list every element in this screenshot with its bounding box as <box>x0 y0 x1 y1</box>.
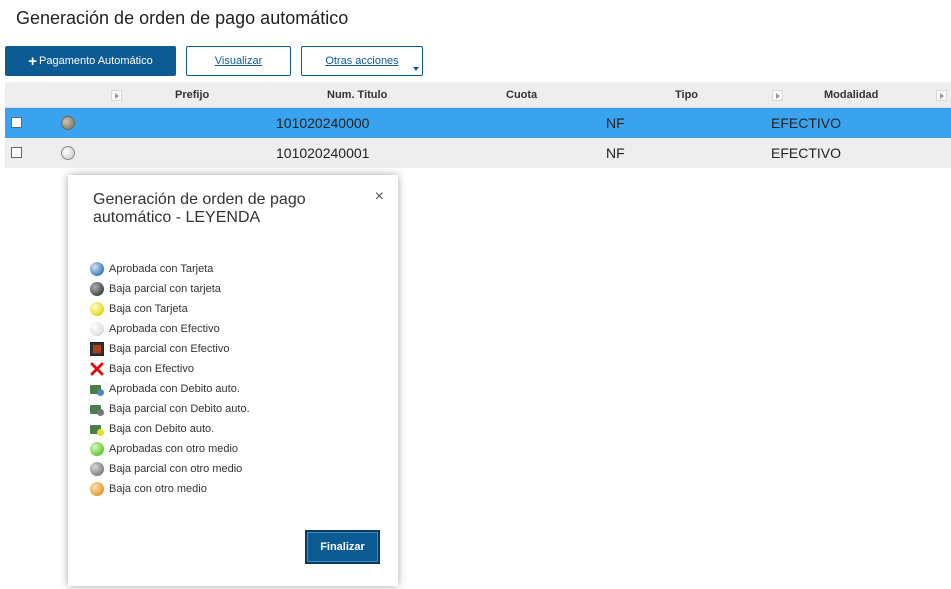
legend-item: Baja parcial con tarjeta <box>90 279 250 299</box>
legend-item: Baja parcial con Debito auto. <box>90 399 250 419</box>
table-row[interactable]: 101020240001 NF EFECTIVO <box>5 138 951 168</box>
pagamento-automatico-button[interactable]: + Pagamento Automático <box>5 46 176 76</box>
column-header-num-titulo[interactable]: Num. Titulo <box>327 89 387 101</box>
plus-icon: + <box>28 52 37 70</box>
red-x-icon <box>90 362 104 376</box>
dropdown-caret-icon <box>413 67 419 71</box>
cell-tipo: NF <box>606 145 625 161</box>
legend-label: Aprobada con Tarjeta <box>109 263 214 275</box>
green-folder-gray-ball-icon <box>90 402 104 416</box>
pagamento-automatico-label: Pagamento Automático <box>39 55 153 67</box>
column-sort-icon[interactable] <box>936 90 947 101</box>
dialog-title: Generación de orden de pago automático -… <box>93 191 306 226</box>
cell-num-titulo: 101020240001 <box>276 145 370 161</box>
dark-gray-ball-icon <box>90 282 104 296</box>
column-sort-icon[interactable] <box>772 90 783 101</box>
legend-item: Baja con Efectivo <box>90 359 250 379</box>
otras-acciones-label: Otras acciones <box>325 55 399 67</box>
legend-label: Baja con Tarjeta <box>109 303 188 315</box>
legend-label: Baja parcial con tarjeta <box>109 283 221 295</box>
legend-label: Baja parcial con otro medio <box>109 463 243 475</box>
visualizar-label: Visualizar <box>214 55 263 67</box>
gray-ball-icon <box>90 462 104 476</box>
legend-item: Aprobada con Tarjeta <box>90 259 250 279</box>
legend-item: Baja parcial con otro medio <box>90 459 250 479</box>
legend-label: Aprobadas con otro medio <box>109 443 239 455</box>
cell-modalidad: EFECTIVO <box>771 145 842 161</box>
legend-item: Baja con Debito auto. <box>90 419 250 439</box>
white-ball-icon <box>90 322 104 336</box>
legend-label: Baja parcial con Efectivo <box>109 343 230 355</box>
row-checkbox[interactable] <box>11 117 22 128</box>
green-ball-icon <box>90 442 104 456</box>
visualizar-button[interactable]: Visualizar <box>186 46 291 76</box>
legend-label: Baja con Debito auto. <box>109 423 215 435</box>
legend-item: Aprobada con Efectivo <box>90 319 250 339</box>
column-header-tipo[interactable]: Tipo <box>675 89 698 101</box>
column-header-modalidad[interactable]: Modalidad <box>824 89 878 101</box>
legend-item: Aprobada con Debito auto. <box>90 379 250 399</box>
legend-dialog: Generación de orden de pago automático -… <box>68 175 398 586</box>
otras-acciones-button[interactable]: Otras acciones <box>301 46 423 76</box>
legend-label: Aprobada con Efectivo <box>109 323 220 335</box>
close-icon[interactable]: × <box>375 189 384 205</box>
legend-label: Baja con otro medio <box>109 483 207 495</box>
legend-label: Baja con Efectivo <box>109 363 194 375</box>
data-grid: Prefijo Num. Titulo Cuota Tipo Modalidad… <box>5 82 951 168</box>
legend-item: Baja parcial con Efectivo <box>90 339 250 359</box>
legend-item: Aprobadas con otro medio <box>90 439 250 459</box>
cell-tipo: NF <box>606 115 625 131</box>
green-folder-yellow-ball-icon <box>90 422 104 436</box>
legend-list: Aprobada con Tarjeta Baja parcial con ta… <box>90 259 250 499</box>
grid-header: Prefijo Num. Titulo Cuota Tipo Modalidad <box>5 82 951 108</box>
brown-square-icon <box>90 342 104 356</box>
column-sort-icon[interactable] <box>111 90 122 101</box>
page-title: Generación de orden de pago automático <box>16 8 349 28</box>
cell-num-titulo: 101020240000 <box>276 115 370 131</box>
legend-label: Baja parcial con Debito auto. <box>109 403 250 415</box>
blue-ball-icon <box>90 262 104 276</box>
column-header-cuota[interactable]: Cuota <box>506 89 537 101</box>
table-row[interactable]: 101020240000 NF EFECTIVO <box>5 108 951 138</box>
cell-modalidad: EFECTIVO <box>771 115 842 131</box>
legend-label: Aprobada con Debito auto. <box>109 383 240 395</box>
orange-ball-icon <box>90 482 104 496</box>
green-folder-blue-ball-icon <box>90 382 104 396</box>
legend-item: Baja con Tarjeta <box>90 299 250 319</box>
status-legend-icon[interactable] <box>61 116 75 130</box>
legend-item: Baja con otro medio <box>90 479 250 499</box>
status-legend-icon[interactable] <box>61 146 75 160</box>
yellow-ball-icon <box>90 302 104 316</box>
column-header-prefijo[interactable]: Prefijo <box>175 89 209 101</box>
finalizar-button[interactable]: Finalizar <box>305 530 380 564</box>
row-checkbox[interactable] <box>11 147 22 158</box>
